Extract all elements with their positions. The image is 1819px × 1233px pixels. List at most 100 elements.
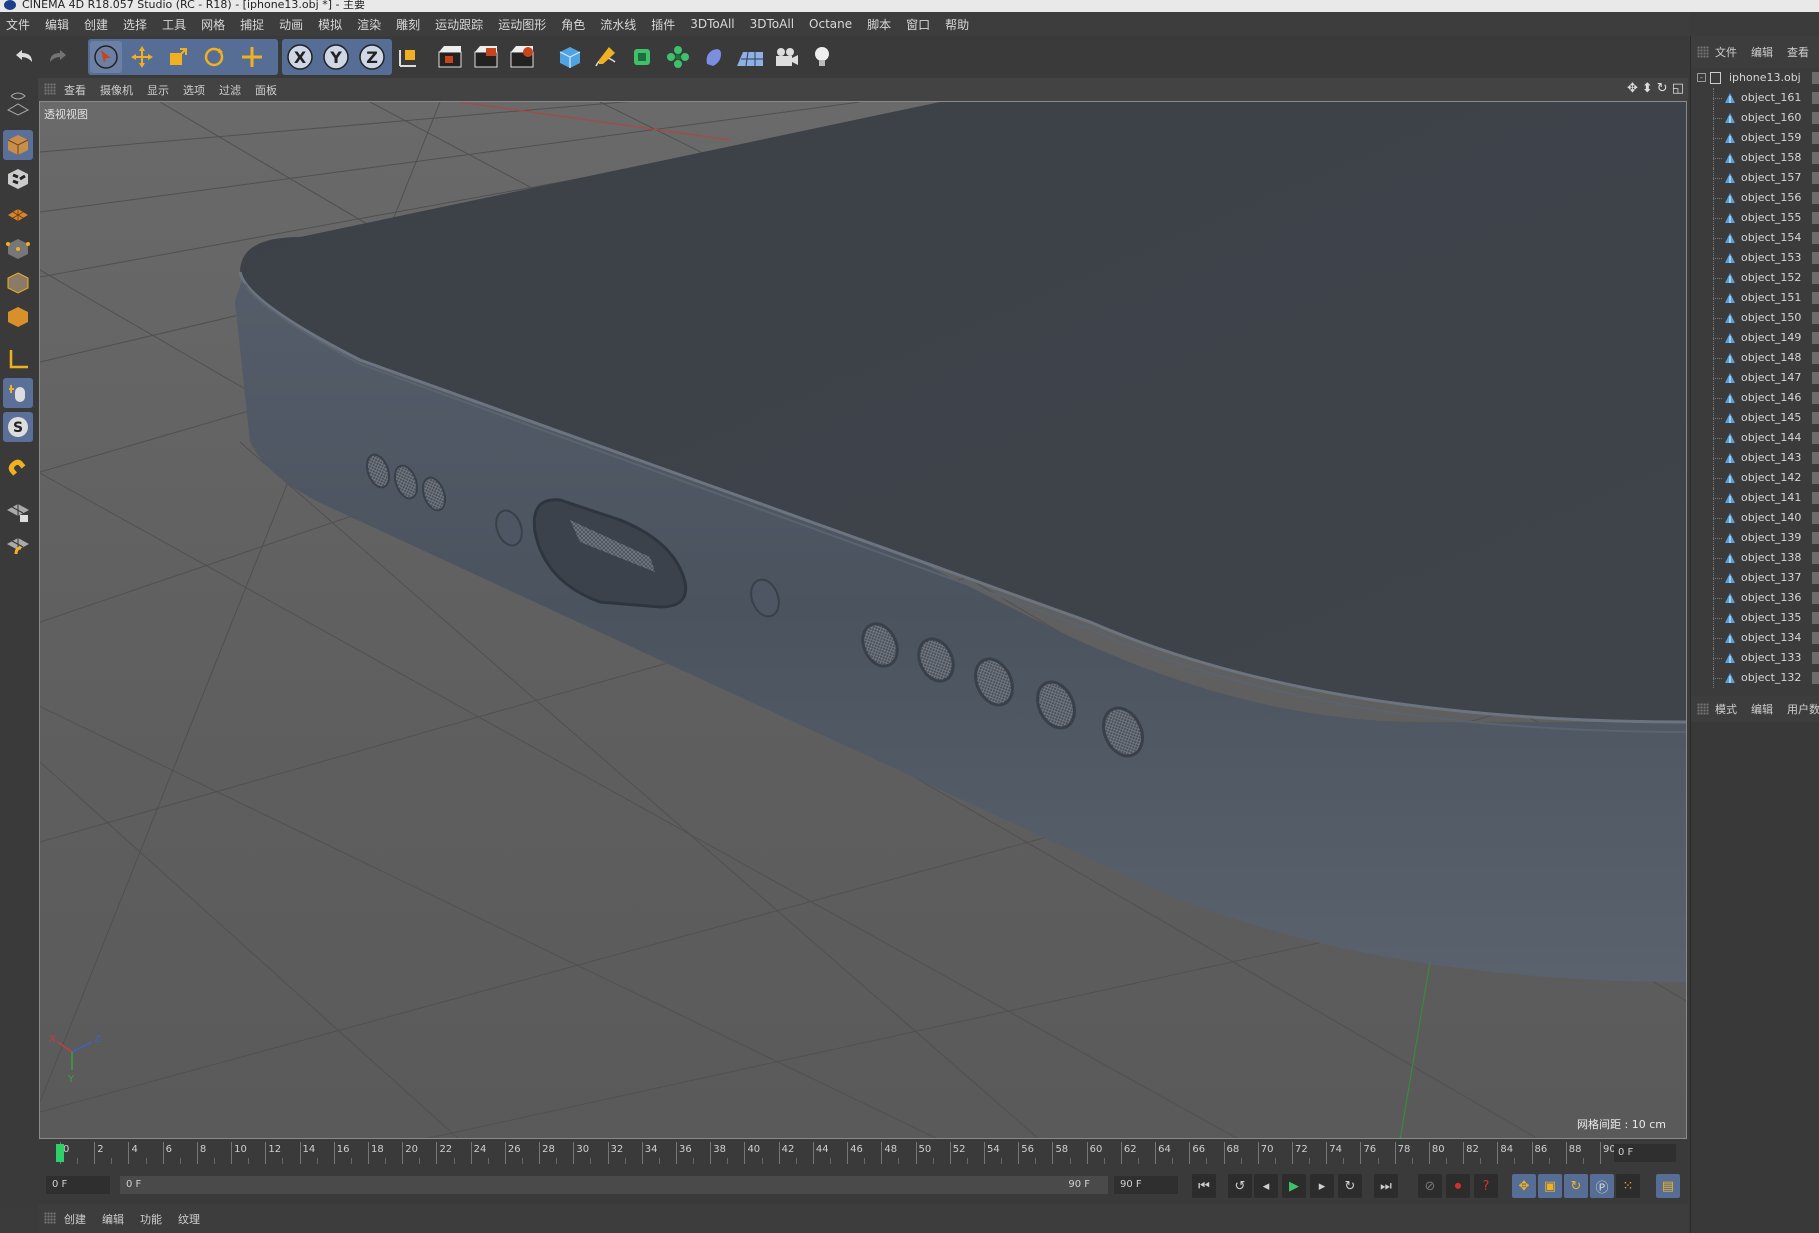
object-row[interactable]: object_157 xyxy=(1691,168,1819,188)
grid-snap-icon[interactable] xyxy=(3,530,33,560)
object-row[interactable]: object_145 xyxy=(1691,408,1819,428)
keyframe-selection-icon[interactable]: ? xyxy=(1474,1174,1498,1198)
object-row[interactable]: object_133 xyxy=(1691,648,1819,668)
polygons-mode-icon[interactable] xyxy=(3,302,33,332)
object-row[interactable]: object_158 xyxy=(1691,148,1819,168)
scale-icon[interactable] xyxy=(162,41,194,73)
enable-axis-icon[interactable] xyxy=(3,344,33,374)
timeline-window-icon[interactable]: ▤ xyxy=(1656,1174,1680,1198)
material-menu-texture[interactable]: 纹理 xyxy=(178,1211,200,1227)
object-row[interactable]: object_139 xyxy=(1691,528,1819,548)
collapse-icon[interactable]: - xyxy=(1697,73,1706,82)
menu-animate[interactable]: 动画 xyxy=(279,16,303,33)
viewport-menu-cameras[interactable]: 摄像机 xyxy=(100,82,133,98)
goto-end-icon[interactable]: ⏭ xyxy=(1374,1174,1398,1198)
object-row[interactable]: object_160 xyxy=(1691,108,1819,128)
visibility-toggle[interactable] xyxy=(1812,492,1819,504)
visibility-toggle[interactable] xyxy=(1812,192,1819,204)
visibility-toggle[interactable] xyxy=(1812,312,1819,324)
om-menu-file[interactable]: 文件 xyxy=(1715,44,1737,60)
menu-window[interactable]: 窗口 xyxy=(906,16,930,33)
visibility-toggle[interactable] xyxy=(1812,532,1819,544)
visibility-toggle[interactable] xyxy=(1812,392,1819,404)
z-axis-icon[interactable]: Z xyxy=(356,41,388,73)
object-row[interactable]: object_155 xyxy=(1691,208,1819,228)
add-object-icon[interactable] xyxy=(236,41,268,73)
menu-mograph[interactable]: 运动图形 xyxy=(498,16,546,33)
visibility-toggle[interactable] xyxy=(1812,412,1819,424)
floor-environment-icon[interactable] xyxy=(734,41,766,73)
key-pla-icon[interactable]: ⁙ xyxy=(1616,1174,1640,1198)
object-row[interactable]: object_136 xyxy=(1691,588,1819,608)
rotate-icon[interactable] xyxy=(198,41,230,73)
object-row[interactable]: object_159 xyxy=(1691,128,1819,148)
object-row[interactable]: object_161 xyxy=(1691,88,1819,108)
menu-select[interactable]: 选择 xyxy=(123,16,147,33)
menu-octane[interactable]: Octane xyxy=(809,17,852,31)
menu-motion-tracker[interactable]: 运动跟踪 xyxy=(435,16,483,33)
object-row[interactable]: object_149 xyxy=(1691,328,1819,348)
visibility-toggle[interactable] xyxy=(1812,452,1819,464)
om-menu-edit[interactable]: 编辑 xyxy=(1751,44,1773,60)
menu-plugins[interactable]: 插件 xyxy=(651,16,675,33)
render-settings-icon[interactable] xyxy=(506,41,538,73)
pen-spline-icon[interactable] xyxy=(590,41,622,73)
workplane-grid-icon[interactable] xyxy=(3,198,33,228)
visibility-toggle[interactable] xyxy=(1812,372,1819,384)
viewport-menu-options[interactable]: 选项 xyxy=(183,82,205,98)
texture-mode-icon[interactable] xyxy=(3,164,33,194)
object-row[interactable]: object_156 xyxy=(1691,188,1819,208)
play-icon[interactable]: ▶ xyxy=(1282,1174,1306,1198)
light-icon[interactable] xyxy=(806,41,838,73)
menu-character[interactable]: 角色 xyxy=(561,16,585,33)
visibility-toggle[interactable] xyxy=(1812,92,1819,104)
visibility-toggle[interactable] xyxy=(1812,432,1819,444)
material-menu-create[interactable]: 创建 xyxy=(64,1211,86,1227)
visibility-toggle[interactable] xyxy=(1812,552,1819,564)
object-row[interactable]: object_146 xyxy=(1691,388,1819,408)
visibility-toggle[interactable] xyxy=(1812,112,1819,124)
object-row[interactable]: object_152 xyxy=(1691,268,1819,288)
prev-key-icon[interactable]: ↺ xyxy=(1228,1174,1252,1198)
visibility-toggle[interactable] xyxy=(1812,652,1819,664)
record-off-icon[interactable]: ⊘ xyxy=(1418,1174,1442,1198)
visibility-toggle[interactable] xyxy=(1812,132,1819,144)
frame-range-slider[interactable]: 0 F 90 F xyxy=(120,1176,1108,1194)
coordinate-system-icon[interactable] xyxy=(392,41,424,73)
om-menu-view[interactable]: 查看 xyxy=(1787,44,1809,60)
visibility-toggle[interactable] xyxy=(1812,612,1819,624)
next-key-icon[interactable]: ↻ xyxy=(1338,1174,1362,1198)
viewport-menu-display[interactable]: 显示 xyxy=(147,82,169,98)
viewport-menu-filter[interactable]: 过滤 xyxy=(219,82,241,98)
material-menu-function[interactable]: 功能 xyxy=(140,1211,162,1227)
menu-help[interactable]: 帮助 xyxy=(945,16,969,33)
visibility-toggle[interactable] xyxy=(1812,292,1819,304)
next-frame-icon[interactable]: ▸ xyxy=(1310,1174,1334,1198)
object-row[interactable]: object_154 xyxy=(1691,228,1819,248)
menu-snap[interactable]: 捕捉 xyxy=(240,16,264,33)
menu-mesh[interactable]: 网格 xyxy=(201,16,225,33)
cube-primitive-icon[interactable] xyxy=(554,41,586,73)
menu-pipeline[interactable]: 流水线 xyxy=(600,16,636,33)
nurbs-icon[interactable] xyxy=(626,41,658,73)
menu-edit[interactable]: 编辑 xyxy=(45,16,69,33)
select-arrow-icon[interactable] xyxy=(90,41,122,73)
viewport-menu-view[interactable]: 查看 xyxy=(64,82,86,98)
goto-start-icon[interactable]: ⏮ xyxy=(1192,1174,1216,1198)
viewport-dolly-icon[interactable]: ⬍ xyxy=(1642,81,1653,96)
object-row[interactable]: object_153 xyxy=(1691,248,1819,268)
visibility-toggle[interactable] xyxy=(1812,352,1819,364)
tweak-mode-icon[interactable] xyxy=(3,378,33,408)
viewport-pan-icon[interactable]: ✥ xyxy=(1627,81,1638,96)
object-row[interactable]: object_147 xyxy=(1691,368,1819,388)
visibility-toggle[interactable] xyxy=(1812,592,1819,604)
prev-frame-icon[interactable]: ◂ xyxy=(1254,1174,1278,1198)
viewport-menu-panel[interactable]: 面板 xyxy=(255,82,277,98)
camera-icon[interactable] xyxy=(770,41,802,73)
render-view-icon[interactable] xyxy=(434,41,466,73)
menu-script[interactable]: 脚本 xyxy=(867,16,891,33)
visibility-toggle[interactable] xyxy=(1812,512,1819,524)
object-row[interactable]: object_137 xyxy=(1691,568,1819,588)
menu-simulate[interactable]: 模拟 xyxy=(318,16,342,33)
cloner-icon[interactable] xyxy=(662,41,694,73)
